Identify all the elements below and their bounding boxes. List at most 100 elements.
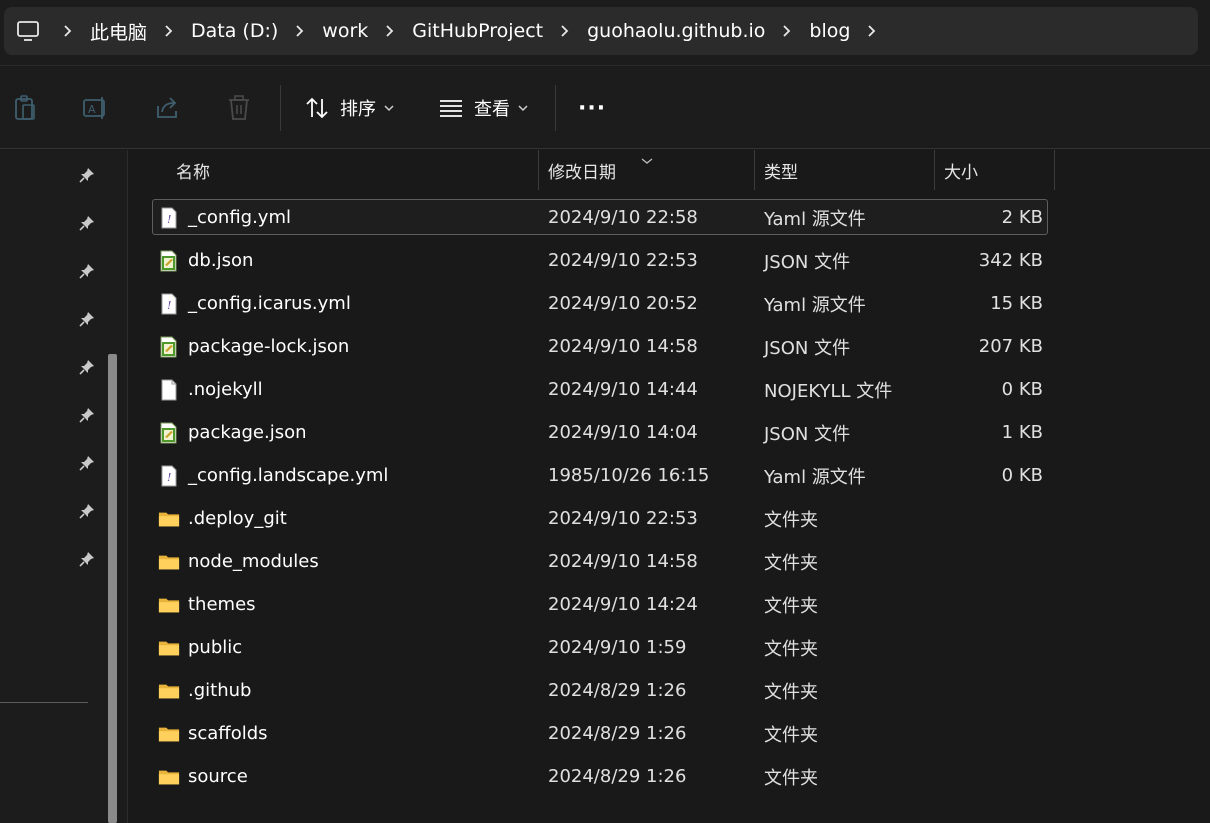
file-date: 2024/9/10 14:58 — [548, 551, 698, 572]
file-type: JSON 文件 — [764, 423, 851, 445]
column-separator[interactable] — [538, 150, 539, 190]
file-type: 文件夹 — [764, 509, 818, 531]
navigation-pane — [0, 150, 128, 823]
folder-icon — [158, 540, 180, 583]
pin-icon[interactable] — [78, 214, 96, 232]
view-button[interactable]: 查看 — [438, 91, 528, 125]
file-name[interactable]: package.json — [188, 411, 307, 454]
breadcrumb-item[interactable]: Data (D:) — [189, 20, 280, 42]
pin-icon[interactable] — [78, 262, 96, 280]
sort-icon — [304, 96, 330, 120]
sidebar-scrollbar[interactable] — [108, 354, 117, 823]
sort-label: 排序 — [340, 99, 376, 120]
chevron-right-icon[interactable] — [545, 24, 585, 38]
file-name[interactable]: scaffolds — [188, 712, 268, 755]
table-row[interactable]: db.json 2024/9/10 22:53 JSON 文件 342 KB — [129, 239, 1210, 282]
table-row[interactable]: node_modules 2024/9/10 14:58 文件夹 — [129, 540, 1210, 583]
file-size — [939, 626, 1043, 669]
pin-icon[interactable] — [78, 166, 96, 184]
file-name[interactable]: .github — [188, 669, 251, 712]
this-pc-icon[interactable] — [8, 20, 48, 42]
table-row[interactable]: scaffolds 2024/8/29 1:26 文件夹 — [129, 712, 1210, 755]
rename-button[interactable]: A — [82, 91, 110, 125]
share-button[interactable] — [154, 91, 182, 125]
chevron-down-icon — [384, 104, 394, 112]
pin-icon[interactable] — [78, 310, 96, 328]
file-name[interactable]: _config.icarus.yml — [188, 282, 351, 325]
json-file-icon — [158, 411, 180, 454]
file-name[interactable]: node_modules — [188, 540, 319, 583]
pin-icon[interactable] — [78, 406, 96, 424]
column-header-name[interactable]: 名称 — [176, 150, 210, 190]
chevron-right-icon[interactable] — [280, 24, 320, 38]
column-separator[interactable] — [1054, 150, 1055, 190]
file-date: 1985/10/26 16:15 — [548, 465, 710, 486]
chevron-right-icon[interactable] — [48, 24, 88, 38]
sidebar-divider — [0, 702, 88, 703]
folder-icon — [158, 583, 180, 626]
table-row[interactable]: .deploy_git 2024/9/10 22:53 文件夹 — [129, 497, 1210, 540]
trash-icon — [226, 94, 252, 122]
chevron-right-icon[interactable] — [370, 24, 410, 38]
column-header-size[interactable]: 大小 — [944, 150, 978, 190]
pin-icon[interactable] — [78, 454, 96, 472]
file-type: 文件夹 — [764, 681, 818, 703]
table-row[interactable]: public 2024/9/10 1:59 文件夹 — [129, 626, 1210, 669]
delete-button[interactable] — [226, 91, 252, 125]
file-date: 2024/9/10 22:58 — [548, 207, 698, 228]
file-name[interactable]: _config.landscape.yml — [188, 454, 388, 497]
table-row[interactable]: source 2024/8/29 1:26 文件夹 — [129, 755, 1210, 798]
toolbar-divider — [555, 85, 556, 131]
address-bar[interactable]: 此电脑 Data (D:) work GitHubProject guohaol… — [4, 7, 1198, 55]
file-size: 15 KB — [990, 293, 1043, 314]
pin-icon[interactable] — [78, 550, 96, 568]
folder-icon — [158, 669, 180, 712]
toolbar-divider — [280, 85, 281, 131]
table-row[interactable]: ! _config.icarus.yml 2024/9/10 20:52 Yaml 源… — [129, 282, 1210, 325]
breadcrumb-item[interactable]: guohaolu.github.io — [585, 20, 767, 42]
file-name[interactable]: .deploy_git — [188, 497, 287, 540]
table-row[interactable]: package-lock.json 2024/9/10 14:58 JSON 文件 2… — [129, 325, 1210, 368]
column-separator[interactable] — [754, 150, 755, 190]
share-icon — [154, 94, 182, 122]
file-date: 2024/8/29 1:26 — [548, 723, 687, 744]
file-name[interactable]: source — [188, 755, 248, 798]
table-row[interactable]: ! _config.yml 2024/9/10 22:58 Yaml 源文件 2 KB — [129, 196, 1210, 239]
file-name[interactable]: package-lock.json — [188, 325, 349, 368]
chevron-right-icon[interactable] — [767, 24, 807, 38]
pin-icon[interactable] — [78, 358, 96, 376]
breadcrumb-item[interactable]: 此电脑 — [88, 18, 149, 45]
sort-button[interactable]: 排序 — [304, 91, 394, 125]
file-date: 2024/9/10 14:44 — [548, 379, 698, 400]
file-name[interactable]: public — [188, 626, 242, 669]
chevron-right-icon[interactable] — [852, 24, 892, 38]
file-name[interactable]: themes — [188, 583, 256, 626]
file-name[interactable]: _config.yml — [188, 196, 291, 239]
file-type: JSON 文件 — [764, 251, 851, 273]
list-view-icon — [438, 97, 464, 119]
column-header-type[interactable]: 类型 — [764, 150, 798, 190]
table-row[interactable]: package.json 2024/9/10 14:04 JSON 文件 1 KB — [129, 411, 1210, 454]
more-options-button[interactable]: ··· — [578, 91, 606, 125]
column-header-date[interactable]: 修改日期 — [548, 150, 616, 190]
table-row[interactable]: .github 2024/8/29 1:26 文件夹 — [129, 669, 1210, 712]
file-name[interactable]: db.json — [188, 239, 253, 282]
address-bar-region: 此电脑 Data (D:) work GitHubProject guohaol… — [0, 0, 1210, 66]
column-separator[interactable] — [934, 150, 935, 190]
chevron-down-icon — [518, 104, 528, 112]
file-type: Yaml 源文件 — [764, 208, 866, 230]
file-size: 207 KB — [978, 336, 1043, 357]
file-type: Yaml 源文件 — [764, 466, 866, 488]
table-row[interactable]: ! _config.landscape.yml 1985/10/26 16:15 Ya… — [129, 454, 1210, 497]
breadcrumb-item[interactable]: blog — [807, 20, 852, 42]
file-name[interactable]: .nojekyll — [188, 368, 263, 411]
file-type: NOJEKYLL 文件 — [764, 380, 893, 402]
pin-icon[interactable] — [78, 502, 96, 520]
copy-button[interactable] — [12, 91, 38, 125]
chevron-right-icon[interactable] — [149, 24, 189, 38]
breadcrumb-item[interactable]: GitHubProject — [410, 20, 545, 42]
table-row[interactable]: .nojekyll 2024/9/10 14:44 NOJEKYLL 文件 0 KB — [129, 368, 1210, 411]
json-file-icon — [158, 239, 180, 282]
table-row[interactable]: themes 2024/9/10 14:24 文件夹 — [129, 583, 1210, 626]
breadcrumb-item[interactable]: work — [320, 20, 370, 42]
